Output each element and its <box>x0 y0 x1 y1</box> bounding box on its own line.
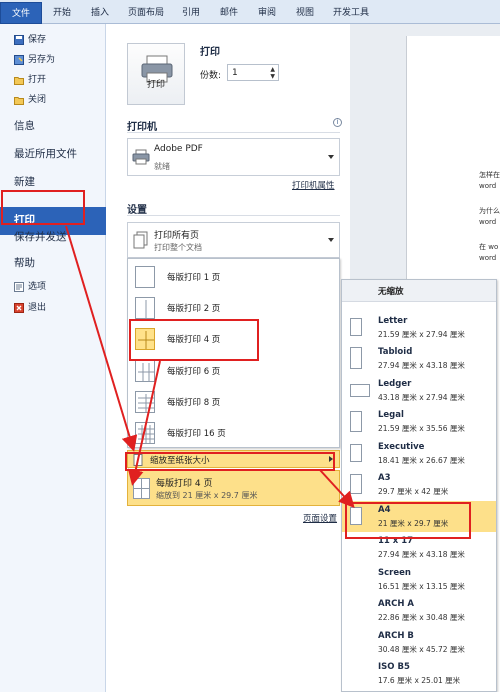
annotation-arrows <box>65 225 355 508</box>
arrow-to-a4 <box>319 469 355 508</box>
arrow-to-scale <box>65 225 138 452</box>
arrow-to-pps-dropdown <box>127 360 161 486</box>
